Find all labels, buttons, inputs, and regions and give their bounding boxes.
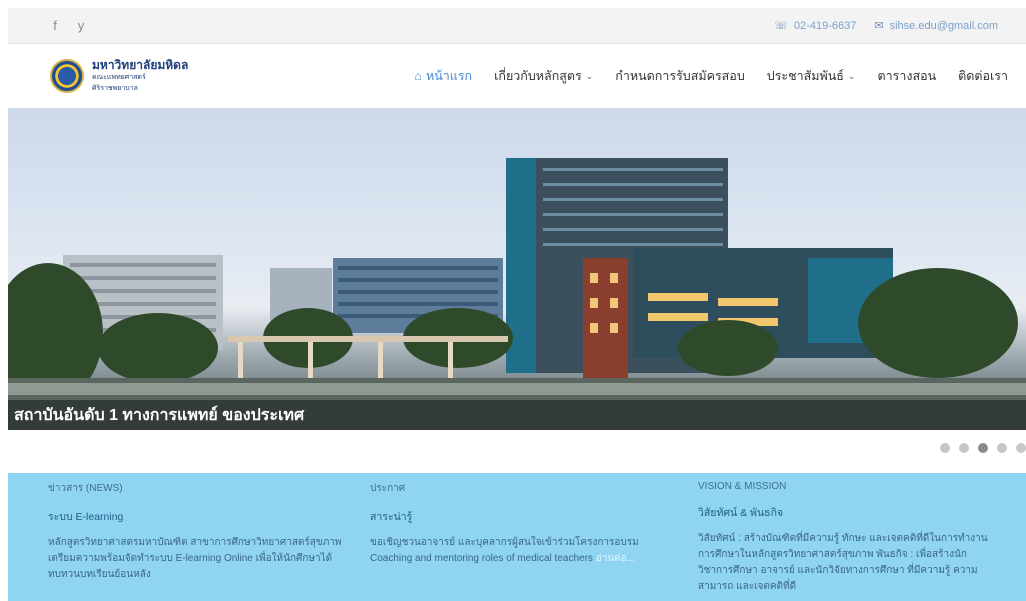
facebook-icon[interactable]: f — [48, 18, 62, 33]
read-more-link[interactable]: อ่านต่อ... — [596, 553, 635, 564]
nav-item-label: กำหนดการรับสมัครสอบ — [615, 69, 745, 83]
logo-line-3: ศิริราชพยาบาล — [92, 85, 138, 92]
nav-item-label: ตารางสอน — [877, 69, 937, 83]
chevron-down-icon: ⌄ — [847, 70, 856, 81]
nav-item-timetable[interactable]: ตารางสอน — [877, 66, 936, 86]
logo-line-1: มหาวิทยาลัยมหิดล — [92, 58, 189, 72]
vision-body: วิสัยทัศน์ : สร้างบัณฑิตที่มีความรู้ ทัก… — [698, 533, 988, 592]
announcement-body-wrap: ขอเชิญชวนอาจารย์ และบุคลากรผู้สนใจเข้าร่… — [370, 535, 670, 567]
nav-item-label: หน้าแรก — [425, 69, 473, 83]
nav-menu: ⌂ หน้าแรก เกี่ยวกับหลักสูตร ⌄ กำหนดการรั… — [414, 66, 1008, 86]
email-contact[interactable]: ✉ sihse.edu@gmail.com — [874, 19, 998, 33]
logo-text: มหาวิทยาลัยมหิดล คณะแพทยศาสตร์ ศิริราชพย… — [92, 58, 188, 94]
slide-dot-3[interactable] — [978, 443, 988, 453]
slider-pagination — [940, 443, 1026, 453]
envelope-icon: ✉ — [874, 20, 884, 32]
slide-dot-2[interactable] — [959, 443, 969, 453]
nav-item-home[interactable]: ⌂ หน้าแรก — [414, 66, 472, 86]
nav-item-contact[interactable]: ติดต่อเรา — [958, 66, 1008, 86]
news-body: หลักสูตรวิทยาศาสตรมหาบัณฑิต สาขาการศึกษา… — [48, 537, 342, 580]
phone-number: 02-419-6637 — [794, 19, 857, 32]
site-logo[interactable]: มหาวิทยาลัยมหิดล คณะแพทยศาสตร์ ศิริราชพย… — [50, 58, 188, 94]
email-address: sihse.edu@gmail.com — [889, 19, 998, 32]
main-navigation: มหาวิทยาลัยมหิดล คณะแพทยศาสตร์ ศิริราชพย… — [8, 44, 1026, 108]
news-heading: ข่าวสาร (NEWS) — [48, 483, 123, 494]
nav-item-label: เกี่ยวกับหลักสูตร — [494, 69, 582, 83]
nav-item-announcements[interactable]: ประชาสัมพันธ์ ⌄ — [767, 66, 856, 86]
announcement-column: ประกาศ สาระน่ารู้ ขอเชิญชวนอาจารย์ และบุ… — [370, 481, 670, 567]
nav-item-label: ติดต่อเรา — [958, 69, 1008, 83]
phone-icon: ☏ — [774, 20, 788, 32]
news-column: ข่าวสาร (NEWS) ระบบ E-learning หลักสูตรว… — [48, 481, 348, 583]
campus-photo — [8, 158, 1026, 430]
social-links: f y — [48, 18, 88, 33]
university-seal-icon — [50, 59, 84, 93]
logo-line-2: คณะแพทยศาสตร์ — [92, 74, 146, 81]
slide-dot-4[interactable] — [997, 443, 1007, 453]
nav-item-about-program[interactable]: เกี่ยวกับหลักสูตร ⌄ — [494, 66, 593, 86]
announcement-title[interactable]: สาระน่ารู้ — [370, 508, 670, 525]
slide-dot-1[interactable] — [940, 443, 950, 453]
hero-caption: สถาบันอันดับ 1 ทางการแพทย์ ของประเทศ — [8, 400, 1026, 430]
slide-dot-5[interactable] — [1016, 443, 1026, 453]
nav-item-admission-schedule[interactable]: กำหนดการรับสมัครสอบ — [615, 66, 744, 86]
phone-contact[interactable]: ☏ 02-419-6637 — [774, 19, 857, 33]
hero-slider[interactable]: สถาบันอันดับ 1 ทางการแพทย์ ของประเทศ — [8, 108, 1026, 430]
vision-heading: VISION & MISSION — [698, 481, 787, 492]
chevron-down-icon: ⌄ — [585, 70, 594, 81]
nav-item-label: ประชาสัมพันธ์ — [766, 69, 844, 83]
info-band: ข่าวสาร (NEWS) ระบบ E-learning หลักสูตรว… — [8, 473, 1026, 601]
vision-title[interactable]: วิสัยทัศน์ & พันธกิจ — [698, 504, 998, 521]
vision-column: VISION & MISSION วิสัยทัศน์ & พันธกิจ วิ… — [698, 481, 998, 595]
announcement-heading: ประกาศ — [370, 483, 406, 494]
news-title[interactable]: ระบบ E-learning — [48, 508, 348, 525]
top-bar: f y ☏ 02-419-6637 ✉ sihse.edu@gmail.com — [8, 8, 1026, 44]
home-icon: ⌂ — [414, 69, 422, 83]
contact-info: ☏ 02-419-6637 ✉ sihse.edu@gmail.com — [774, 19, 998, 33]
twitter-icon[interactable]: y — [74, 18, 88, 33]
